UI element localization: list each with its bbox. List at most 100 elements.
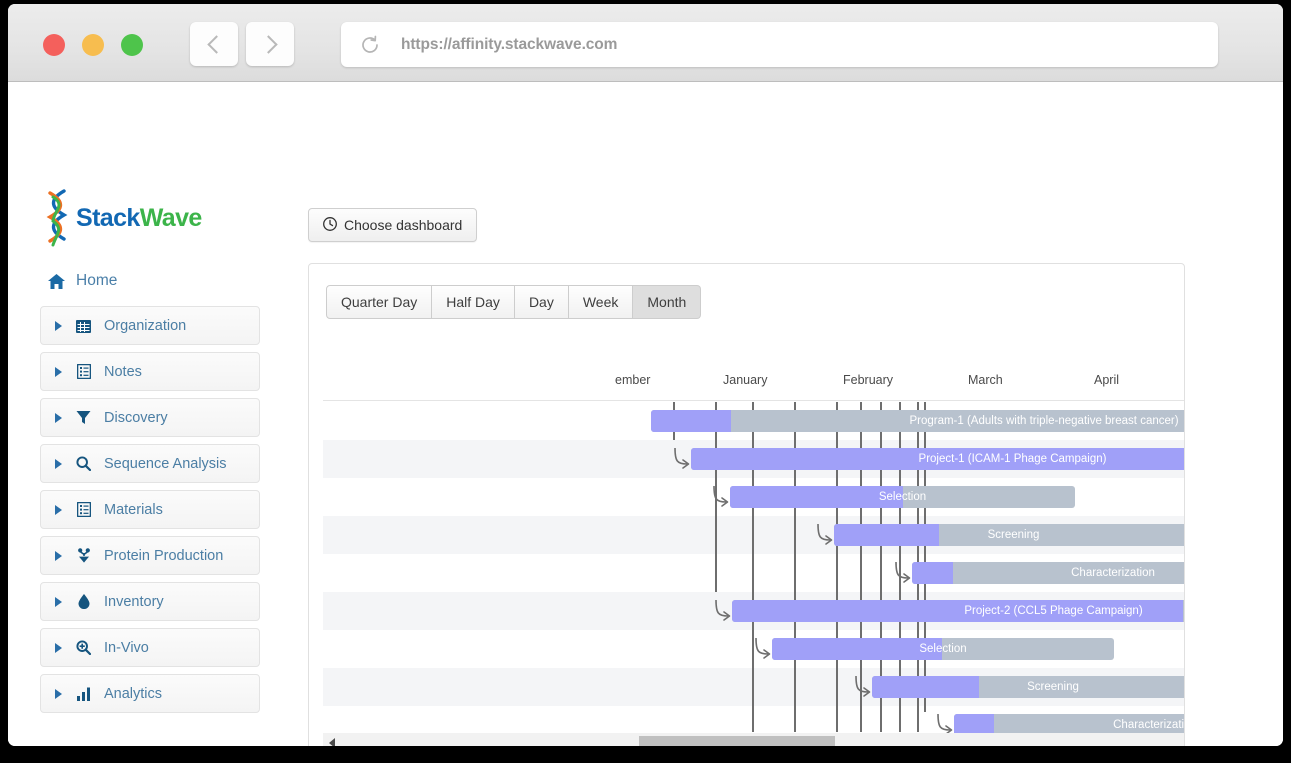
gantt-month-label: ember — [615, 373, 651, 387]
expand-caret-icon — [55, 458, 62, 469]
view-mode-tab-half-day[interactable]: Half Day — [432, 285, 515, 319]
sidebar-item-sequence-analysis[interactable]: Sequence Analysis — [40, 444, 260, 483]
brand-name-part-1: Stack — [76, 203, 140, 232]
view-mode-tab-day[interactable]: Day — [514, 285, 569, 319]
expand-caret-icon — [55, 550, 62, 561]
gantt-header-divider — [323, 400, 1184, 401]
gantt-task-bar[interactable]: Screening — [872, 676, 1184, 698]
clock-icon — [323, 216, 337, 234]
brand-name-part-2: Wave — [139, 203, 203, 232]
back-button[interactable] — [190, 22, 238, 66]
chevron-left-icon — [206, 34, 226, 54]
maximize-window-button[interactable] — [121, 34, 143, 56]
gantt-task-progress — [872, 676, 979, 698]
sidebar-item-label: Inventory — [104, 593, 164, 610]
magnifier-plus-icon — [75, 640, 92, 655]
view-mode-tab-week[interactable]: Week — [568, 285, 634, 319]
magnifier-icon — [75, 456, 92, 471]
expand-caret-icon — [55, 504, 62, 515]
gantt-month-label: January — [723, 373, 768, 387]
sidebar-item-home-label: Home — [76, 272, 118, 289]
gantt-month-axis: emberJanuaryFebruaryMarchAprilMayJuneJul… — [309, 373, 1184, 395]
gantt-task-bar[interactable]: Project-1 (ICAM-1 Phage Campaign) — [691, 448, 1184, 470]
gantt-task-progress — [651, 410, 731, 432]
sidebar-item-label: Analytics — [104, 685, 163, 702]
droplet-icon — [75, 594, 92, 609]
page-content: StackWave Home Organization Notes Discov… — [8, 82, 1283, 746]
window-traffic-lights — [43, 34, 143, 56]
choose-dashboard-button[interactable]: Choose dashboard — [308, 208, 478, 242]
scrollbar-thumb[interactable] — [639, 735, 835, 746]
gantt-view-mode-tabs: Quarter Day Half Day Day Week Month — [326, 285, 702, 319]
sidebar-item-in-vivo[interactable]: In-Vivo — [40, 628, 260, 667]
brand-wordmark: StackWave — [76, 204, 202, 233]
bar-chart-icon — [75, 687, 92, 701]
sidebar-item-protein-production[interactable]: Protein Production — [40, 536, 260, 575]
gantt-task-bar[interactable]: Characterization — [912, 562, 1184, 584]
stackwave-logo: StackWave — [44, 187, 202, 249]
home-icon — [48, 273, 65, 289]
expand-caret-icon — [55, 688, 62, 699]
sidebar-nav-list: Organization Notes Discovery Sequence An… — [40, 306, 260, 720]
dependency-arrow-icon — [854, 675, 872, 703]
gantt-task-bar[interactable]: Selection — [730, 486, 1075, 508]
sidebar-item-label: Protein Production — [104, 547, 224, 564]
sidebar-item-organization[interactable]: Organization — [40, 306, 260, 345]
sidebar-item-analytics[interactable]: Analytics — [40, 674, 260, 713]
gantt-horizontal-scrollbar[interactable] — [323, 733, 1184, 746]
funnel-icon — [75, 410, 92, 425]
list-document-icon — [75, 364, 92, 379]
sidebar-item-label: Organization — [104, 317, 187, 334]
dependency-arrow-icon — [754, 637, 772, 665]
calendar-icon — [75, 319, 92, 333]
dna-helix-icon — [44, 189, 70, 247]
sidebar-item-label: Notes — [104, 363, 142, 380]
sidebar-item-label: Discovery — [104, 409, 168, 426]
gantt-panel: Quarter DayHalf DayDayWeekMonth 2023 emb… — [308, 263, 1185, 746]
sidebar-item-inventory[interactable]: Inventory — [40, 582, 260, 621]
dependency-arrow-icon — [894, 561, 912, 589]
expand-caret-icon — [55, 320, 62, 331]
sidebar-item-home[interactable]: Home — [48, 272, 117, 290]
dependency-arrow-icon — [673, 447, 691, 475]
url-text: https://affinity.stackwave.com — [401, 35, 618, 53]
gantt-task-bar[interactable]: Selection — [772, 638, 1114, 660]
dependency-arrow-icon — [712, 485, 730, 513]
gantt-month-label: March — [968, 373, 1003, 387]
gantt-month-label: February — [843, 373, 894, 387]
address-bar[interactable]: https://affinity.stackwave.com — [341, 22, 1218, 67]
close-window-button[interactable] — [43, 34, 65, 56]
expand-caret-icon — [55, 412, 62, 423]
minimize-window-button[interactable] — [82, 34, 104, 56]
sidebar-item-label: Materials — [104, 501, 163, 518]
scroll-left-arrow-icon[interactable] — [329, 738, 335, 746]
gantt-month-label: April — [1094, 373, 1120, 387]
sidebar-item-materials[interactable]: Materials — [40, 490, 260, 529]
chevron-right-icon — [258, 34, 278, 54]
gantt-task-progress — [732, 600, 1183, 622]
dependency-arrow-icon — [714, 599, 732, 627]
expand-caret-icon — [55, 366, 62, 377]
sidebar-item-label: In-Vivo — [104, 639, 149, 656]
gantt-task-progress — [772, 638, 942, 660]
view-mode-tab-quarter-day[interactable]: Quarter Day — [326, 285, 433, 319]
gantt-task-bar[interactable]: Program-1 (Adults with triple-negative b… — [651, 410, 1184, 432]
forward-button[interactable] — [246, 22, 294, 66]
gantt-task-progress — [730, 486, 903, 508]
protein-icon — [75, 548, 92, 563]
sidebar-item-discovery[interactable]: Discovery — [40, 398, 260, 437]
sidebar-item-notes[interactable]: Notes — [40, 352, 260, 391]
main-content: Choose dashboard Quarter Day Half Day Day W… — [306, 82, 1283, 746]
expand-caret-icon — [55, 596, 62, 607]
choose-dashboard-label: Choose dashboard — [344, 217, 463, 233]
list-document-icon — [75, 502, 92, 517]
gantt-task-bar[interactable]: Project-2 (CCL5 Phage Campaign) — [732, 600, 1184, 622]
browser-chrome: https://affinity.stackwave.com — [8, 4, 1283, 82]
sidebar-item-label: Sequence Analysis — [104, 455, 227, 472]
gantt-task-bar[interactable]: Screening — [834, 524, 1184, 546]
reload-icon[interactable] — [359, 34, 381, 56]
view-mode-tab-month[interactable]: Month — [633, 285, 702, 319]
gantt-task-progress — [691, 448, 1184, 470]
gantt-task-bars: Program-1 (Adults with triple-negative b… — [309, 402, 1184, 746]
gantt-chart: 2023 emberJanuaryFebruaryMarchAprilMayJu… — [309, 346, 1184, 746]
